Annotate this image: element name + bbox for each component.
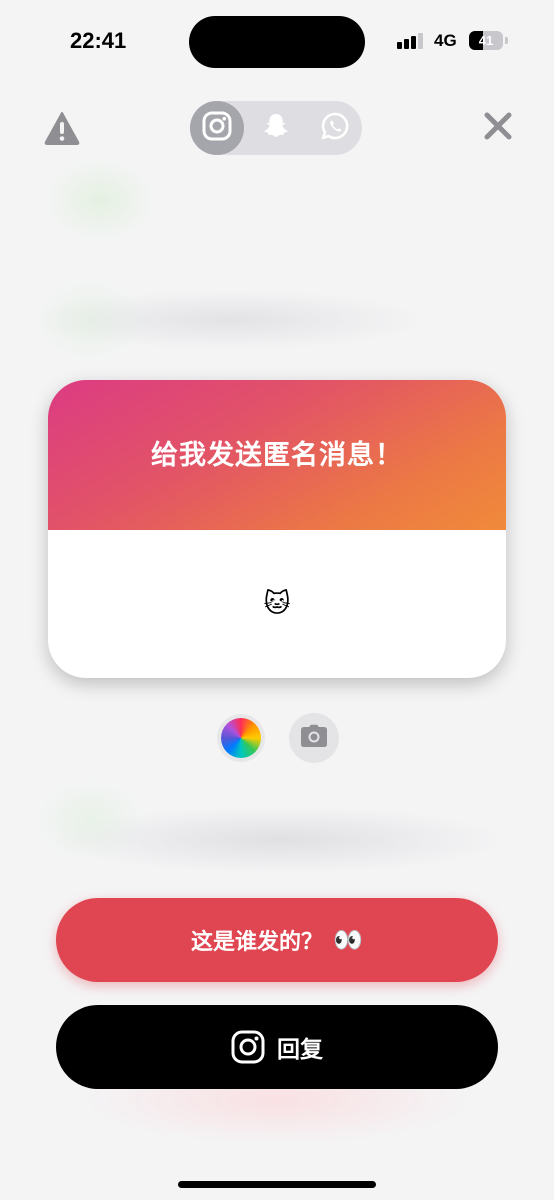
snapchat-icon	[261, 111, 291, 145]
warning-icon[interactable]	[44, 110, 80, 146]
close-icon[interactable]	[480, 108, 516, 144]
who-sent-this-button[interactable]: 这是谁发的？ 👀	[56, 898, 498, 982]
message-card: 给我发送匿名消息！ 🐱	[48, 380, 506, 678]
eyes-icon: 👀	[333, 926, 363, 954]
platform-snapchat[interactable]	[249, 101, 303, 155]
camera-button[interactable]	[289, 713, 339, 763]
battery-level: 41	[478, 33, 494, 48]
platform-selector	[190, 101, 362, 155]
network-type: 4G	[434, 31, 457, 50]
platform-whatsapp[interactable]	[308, 101, 362, 155]
home-indicator[interactable]	[178, 1181, 376, 1188]
status-time: 22:41	[70, 28, 127, 53]
battery-icon: 41	[469, 31, 503, 50]
reply-label: 回复	[277, 1037, 323, 1063]
whatsapp-icon	[320, 111, 350, 145]
battery-cap	[505, 37, 508, 44]
card-emoji: 🐱	[263, 589, 291, 619]
card-title: 给我发送匿名消息！	[151, 440, 403, 471]
instagram-icon	[202, 111, 232, 145]
instagram-icon	[231, 1030, 265, 1064]
reply-button[interactable]: 回复	[56, 1005, 498, 1089]
signal-icon	[397, 33, 425, 49]
color-wheel-button[interactable]	[221, 718, 261, 758]
platform-instagram[interactable]	[190, 101, 244, 155]
status-bar: 22:41 4G 41	[0, 0, 554, 84]
card-header: 给我发送匿名消息！	[48, 380, 506, 530]
who-sent-label: 这是谁发的？	[191, 930, 324, 955]
camera-icon	[300, 724, 328, 752]
dynamic-island	[189, 16, 365, 68]
